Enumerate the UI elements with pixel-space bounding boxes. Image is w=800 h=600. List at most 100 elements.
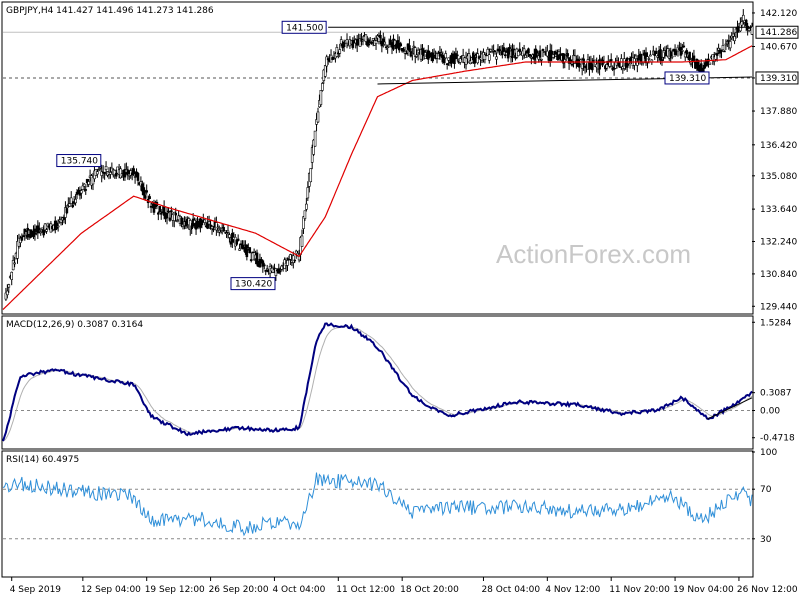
candle-body — [292, 255, 295, 263]
candle-body — [464, 57, 468, 65]
candle-body — [13, 262, 16, 265]
candle-body — [174, 212, 178, 216]
candle-body — [415, 54, 418, 57]
candle-body — [736, 26, 739, 33]
candle-body — [591, 64, 594, 71]
candle-body — [412, 45, 416, 48]
price-axis-label: 136.420 — [760, 141, 797, 151]
candle-body — [313, 130, 317, 147]
candle-body — [553, 51, 556, 55]
rsi-axis-label: 30 — [760, 535, 772, 545]
candle-body — [440, 52, 443, 55]
candle-body — [248, 247, 252, 254]
candle-body — [473, 57, 477, 64]
candle-body — [522, 48, 526, 55]
candle-body — [517, 50, 520, 57]
candle-body — [219, 231, 223, 234]
candle-body — [495, 56, 498, 60]
candle-body — [262, 264, 266, 267]
candle-body — [305, 203, 308, 210]
candle-body — [228, 234, 231, 238]
candle-body — [145, 190, 149, 193]
candle-body — [715, 53, 719, 56]
rsi-axis-label: 70 — [760, 485, 772, 495]
candle-body — [96, 171, 99, 175]
price-axis-label: 137.880 — [760, 107, 797, 117]
price-axis-label: 140.670 — [760, 42, 797, 52]
candle-body — [148, 196, 151, 199]
candle-body — [143, 195, 147, 199]
candle-body — [43, 223, 47, 231]
gbpjpy-chart: ActionForex.com GBPJPY,H4 141.427 141.49… — [1, 1, 799, 595]
candle-body — [503, 54, 507, 57]
candle-body — [40, 227, 44, 230]
support-level-label: 139.310 — [760, 74, 797, 84]
candle-body — [170, 210, 173, 213]
candle-body — [286, 260, 289, 266]
candle-body — [10, 271, 14, 280]
candle-body — [33, 228, 37, 235]
candle-body — [215, 222, 218, 231]
watermark: ActionForex.com — [496, 239, 691, 269]
candle-body — [541, 49, 545, 51]
candle-body — [69, 197, 73, 204]
candle-body — [688, 51, 691, 61]
candle-body — [512, 48, 516, 51]
candle-body — [731, 33, 735, 37]
candle-body — [158, 206, 162, 213]
candle-body — [747, 28, 751, 31]
price-axis-label: 135.080 — [760, 172, 797, 182]
candle-body — [71, 204, 74, 208]
candle-body — [728, 41, 732, 49]
candle-body — [339, 39, 343, 45]
price-axis-label: 129.440 — [760, 302, 797, 312]
x-axis-label: 28 Oct 04:00 — [481, 585, 540, 595]
rsi-line — [2, 472, 753, 537]
candle-body — [149, 205, 153, 208]
candle-body — [685, 50, 688, 55]
price-axis: 142.120 140.670 137.880 136.420 135.080 133.6… — [752, 9, 799, 312]
x-axis-label: 12 Sep 04:00 — [81, 585, 141, 595]
candle-body — [165, 212, 169, 219]
candle-body — [673, 49, 677, 55]
x-axis-label: 19 Sep 12:00 — [145, 585, 205, 595]
candle-body — [293, 259, 297, 262]
candle-body — [620, 58, 623, 68]
macd-signal-line — [2, 325, 753, 442]
candle-body — [609, 59, 613, 62]
candle-body — [649, 54, 652, 57]
price-annotation-label: 135.740 — [61, 157, 98, 167]
candle-body — [508, 47, 511, 49]
candle-body — [682, 45, 686, 48]
candle-body — [501, 51, 504, 56]
candle-body — [379, 34, 382, 39]
candle-body — [87, 181, 90, 185]
candle-body — [598, 59, 601, 70]
x-axis-label: 11 Nov 20:00 — [609, 585, 670, 595]
candle-body — [56, 225, 60, 228]
candle-body — [104, 166, 108, 170]
candle-body — [20, 236, 24, 241]
candle-body — [720, 49, 723, 53]
candle-body — [265, 268, 269, 271]
candle-body — [321, 83, 324, 91]
candle-body — [6, 290, 9, 296]
candle-body — [309, 168, 313, 183]
candle-body — [502, 47, 506, 52]
candle-body — [175, 220, 179, 222]
candle-body — [570, 63, 574, 66]
candle-body — [530, 57, 533, 59]
candle-body — [399, 43, 403, 47]
candle-body — [733, 36, 736, 42]
price-axis-label: 130.840 — [760, 270, 797, 280]
candle-body — [387, 44, 391, 48]
candle-body — [402, 49, 405, 51]
candle-body — [689, 63, 693, 65]
rsi-panel-title: RSI(14) 60.4975 — [6, 455, 79, 465]
candle-body — [493, 50, 497, 53]
candle-body — [7, 284, 11, 288]
candle-body — [744, 19, 748, 26]
macd-layer — [2, 322, 753, 442]
candle-body — [681, 50, 684, 52]
macd-axis: 1.5284 0.3087 0.00 -0.4718 — [752, 318, 795, 444]
